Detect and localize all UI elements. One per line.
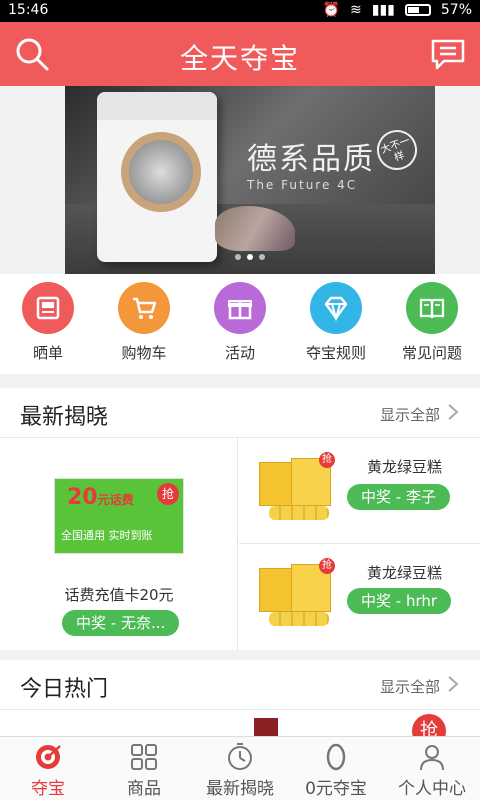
app-screen: 15:46 ⏰ ≋ ▮▮▮ 57% 全天夺宝 德系品质 The Future 4…: [0, 0, 480, 800]
mung-bean-cake-image: 抢: [255, 558, 335, 632]
tab-label: 夺宝: [31, 779, 65, 799]
user-icon: [420, 745, 444, 771]
latest-item-phone-card[interactable]: 20元话费 抢 全国通用 实时到账 话费充值卡20元 中奖 - 无奈...: [0, 438, 238, 650]
product-name: 黄龙绿豆糕: [367, 564, 443, 582]
diamond-icon: [324, 296, 348, 322]
category-label: 常见问题: [401, 344, 462, 362]
target-icon: [36, 745, 61, 769]
grid-icon: [131, 744, 157, 770]
product-name: 话费充值卡20元: [64, 586, 174, 604]
category-icon-bg: [310, 282, 362, 334]
phone-card-image: 20元话费 抢 全国通用 实时到账: [54, 478, 184, 554]
zero-icon: [326, 743, 346, 771]
category-row: 晒单 购物车 活动 夺宝规则 常见问题: [0, 274, 480, 374]
banner-slogan: 德系品质: [247, 142, 375, 177]
product-cakes: [269, 612, 329, 626]
grab-badge: 抢: [319, 452, 335, 468]
tab-profile[interactable]: 个人中心: [384, 737, 480, 800]
latest-show-all[interactable]: 显示全部: [380, 404, 440, 425]
latest-title: 最新揭晓: [20, 405, 109, 430]
mung-bean-cake-image: 抢: [255, 452, 335, 526]
washing-machine-image: [97, 92, 217, 262]
tab-label: 最新揭晓: [206, 779, 274, 799]
tab-goods[interactable]: 商品: [96, 737, 192, 800]
tab-duobao[interactable]: 夺宝: [0, 737, 96, 800]
tab-zero-yuan[interactable]: 0元夺宝: [288, 737, 384, 800]
category-icon-bg: [214, 282, 266, 334]
banner-seal: 大不一样: [371, 124, 423, 176]
share-order-icon: [36, 296, 60, 320]
category-icon-bg: [406, 282, 458, 334]
wifi-icon: ≋: [350, 2, 362, 18]
product-cakes: [269, 506, 329, 520]
winner-pill: 中奖 - 李子: [347, 484, 450, 510]
category-label: 晒单: [32, 344, 63, 362]
category-label: 活动: [224, 344, 255, 362]
card-tagline: 全国通用 实时到账: [61, 529, 153, 542]
status-bar: 15:46 ⏰ ≋ ▮▮▮ 57%: [0, 0, 480, 22]
category-icon-bg: [22, 282, 74, 334]
hot-show-all[interactable]: 显示全部: [380, 676, 440, 697]
book-icon: [419, 298, 445, 319]
category-icon-bg: [118, 282, 170, 334]
page-title: 全天夺宝: [179, 42, 300, 75]
winner-pill: 中奖 - hrhr: [347, 588, 452, 614]
category-cart[interactable]: 购物车: [96, 282, 192, 363]
tab-label: 商品: [127, 779, 161, 799]
category-rules[interactable]: 夺宝规则: [288, 282, 384, 363]
latest-section: 最新揭晓 显示全部 20元话费 抢 全国通用 实时到账 话费充值卡20元 中奖 …: [0, 388, 480, 650]
bottom-tab-bar: 夺宝 商品 最新揭晓 0元夺宝 个人中心: [0, 736, 480, 800]
latest-item-cake-1[interactable]: 抢 黄龙绿豆糕 中奖 - 李子: [239, 438, 480, 544]
card-amount-value: 20: [67, 485, 98, 510]
tab-latest[interactable]: 最新揭晓: [192, 737, 288, 800]
promo-banner[interactable]: 德系品质 The Future 4C 大不一样: [65, 86, 435, 274]
hot-title: 今日热门: [20, 677, 109, 702]
card-amount-unit: 元话费: [97, 493, 134, 507]
category-label: 夺宝规则: [305, 344, 366, 362]
product-name: 黄龙绿豆糕: [367, 458, 443, 476]
battery-icon: [404, 4, 431, 16]
signal-icon: ▮▮▮: [371, 2, 395, 18]
banner-subtitle: The Future 4C: [247, 178, 358, 192]
status-time: 15:46: [8, 2, 49, 18]
banner-dot-active[interactable]: [247, 254, 253, 260]
message-icon[interactable]: [430, 38, 466, 70]
washer-panel: [97, 92, 217, 120]
chevron-right-icon[interactable]: [446, 403, 460, 421]
category-share-order[interactable]: 晒单: [0, 282, 96, 363]
card-amount: 20元话费: [67, 485, 134, 510]
banner-dots[interactable]: [65, 245, 435, 264]
gift-icon: [228, 300, 252, 320]
latest-item-cake-2[interactable]: 抢 黄龙绿豆糕 中奖 - hrhr: [239, 544, 480, 650]
winner-pill: 中奖 - 无奈...: [62, 610, 180, 636]
category-faq[interactable]: 常见问题: [384, 282, 480, 363]
status-icons: ⏰ ≋ ▮▮▮ 57%: [323, 2, 472, 18]
latest-header: 最新揭晓 显示全部: [0, 388, 480, 438]
tab-label: 0元夺宝: [305, 779, 367, 799]
alarm-icon: ⏰: [322, 2, 341, 18]
battery-percent: 57%: [440, 2, 472, 18]
category-activity[interactable]: 活动: [192, 282, 288, 363]
chevron-right-icon[interactable]: [446, 675, 460, 693]
grab-badge: 抢: [319, 558, 335, 574]
hot-header: 今日热门 显示全部: [0, 660, 480, 710]
banner-dot[interactable]: [259, 254, 265, 260]
app-header: 全天夺宝: [0, 22, 480, 86]
grab-badge: 抢: [157, 483, 179, 505]
washer-door: [121, 132, 201, 212]
category-label: 购物车: [121, 344, 167, 362]
latest-grid: 20元话费 抢 全国通用 实时到账 话费充值卡20元 中奖 - 无奈... 抢 …: [0, 438, 480, 650]
hot-item-thumbnail[interactable]: [254, 718, 278, 736]
cart-icon: [133, 297, 157, 319]
hot-section: 今日热门 显示全部 抢: [0, 660, 480, 748]
tab-label: 个人中心: [398, 779, 466, 799]
timer-icon: [228, 743, 252, 770]
banner-dot[interactable]: [235, 254, 241, 260]
